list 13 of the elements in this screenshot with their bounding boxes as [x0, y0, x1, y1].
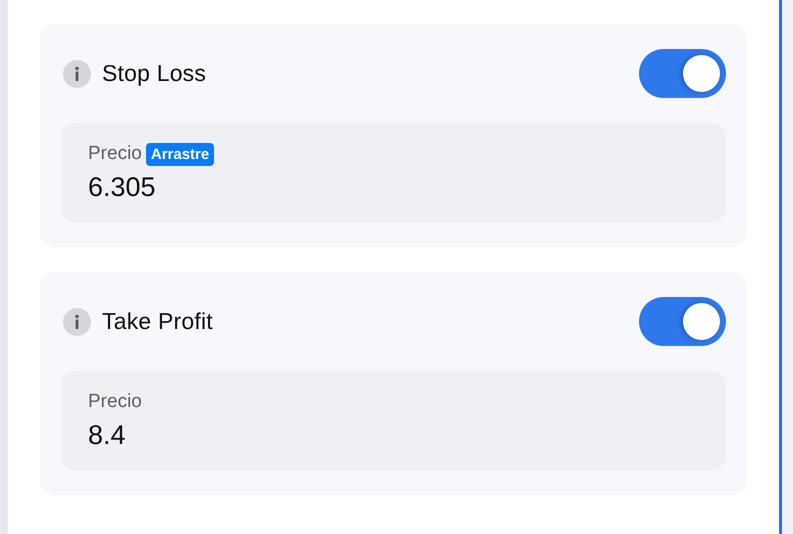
price-value: 8.4	[88, 420, 127, 451]
toggle-switch[interactable]	[639, 297, 726, 346]
field-label: Precio	[88, 143, 142, 165]
price-field[interactable]: Precio Arrastre 6.305	[61, 123, 726, 222]
toggle-switch[interactable]	[639, 49, 726, 98]
trailing-badge: Arrastre	[146, 142, 214, 166]
price-field[interactable]: Precio 8.4	[61, 371, 726, 470]
price-value: 6.305	[88, 172, 157, 203]
info-icon[interactable]	[63, 60, 91, 88]
section-title: Take Profit	[102, 308, 213, 335]
section-title: Stop Loss	[102, 60, 206, 87]
info-icon[interactable]	[63, 308, 91, 336]
field-label: Precio	[88, 391, 142, 413]
